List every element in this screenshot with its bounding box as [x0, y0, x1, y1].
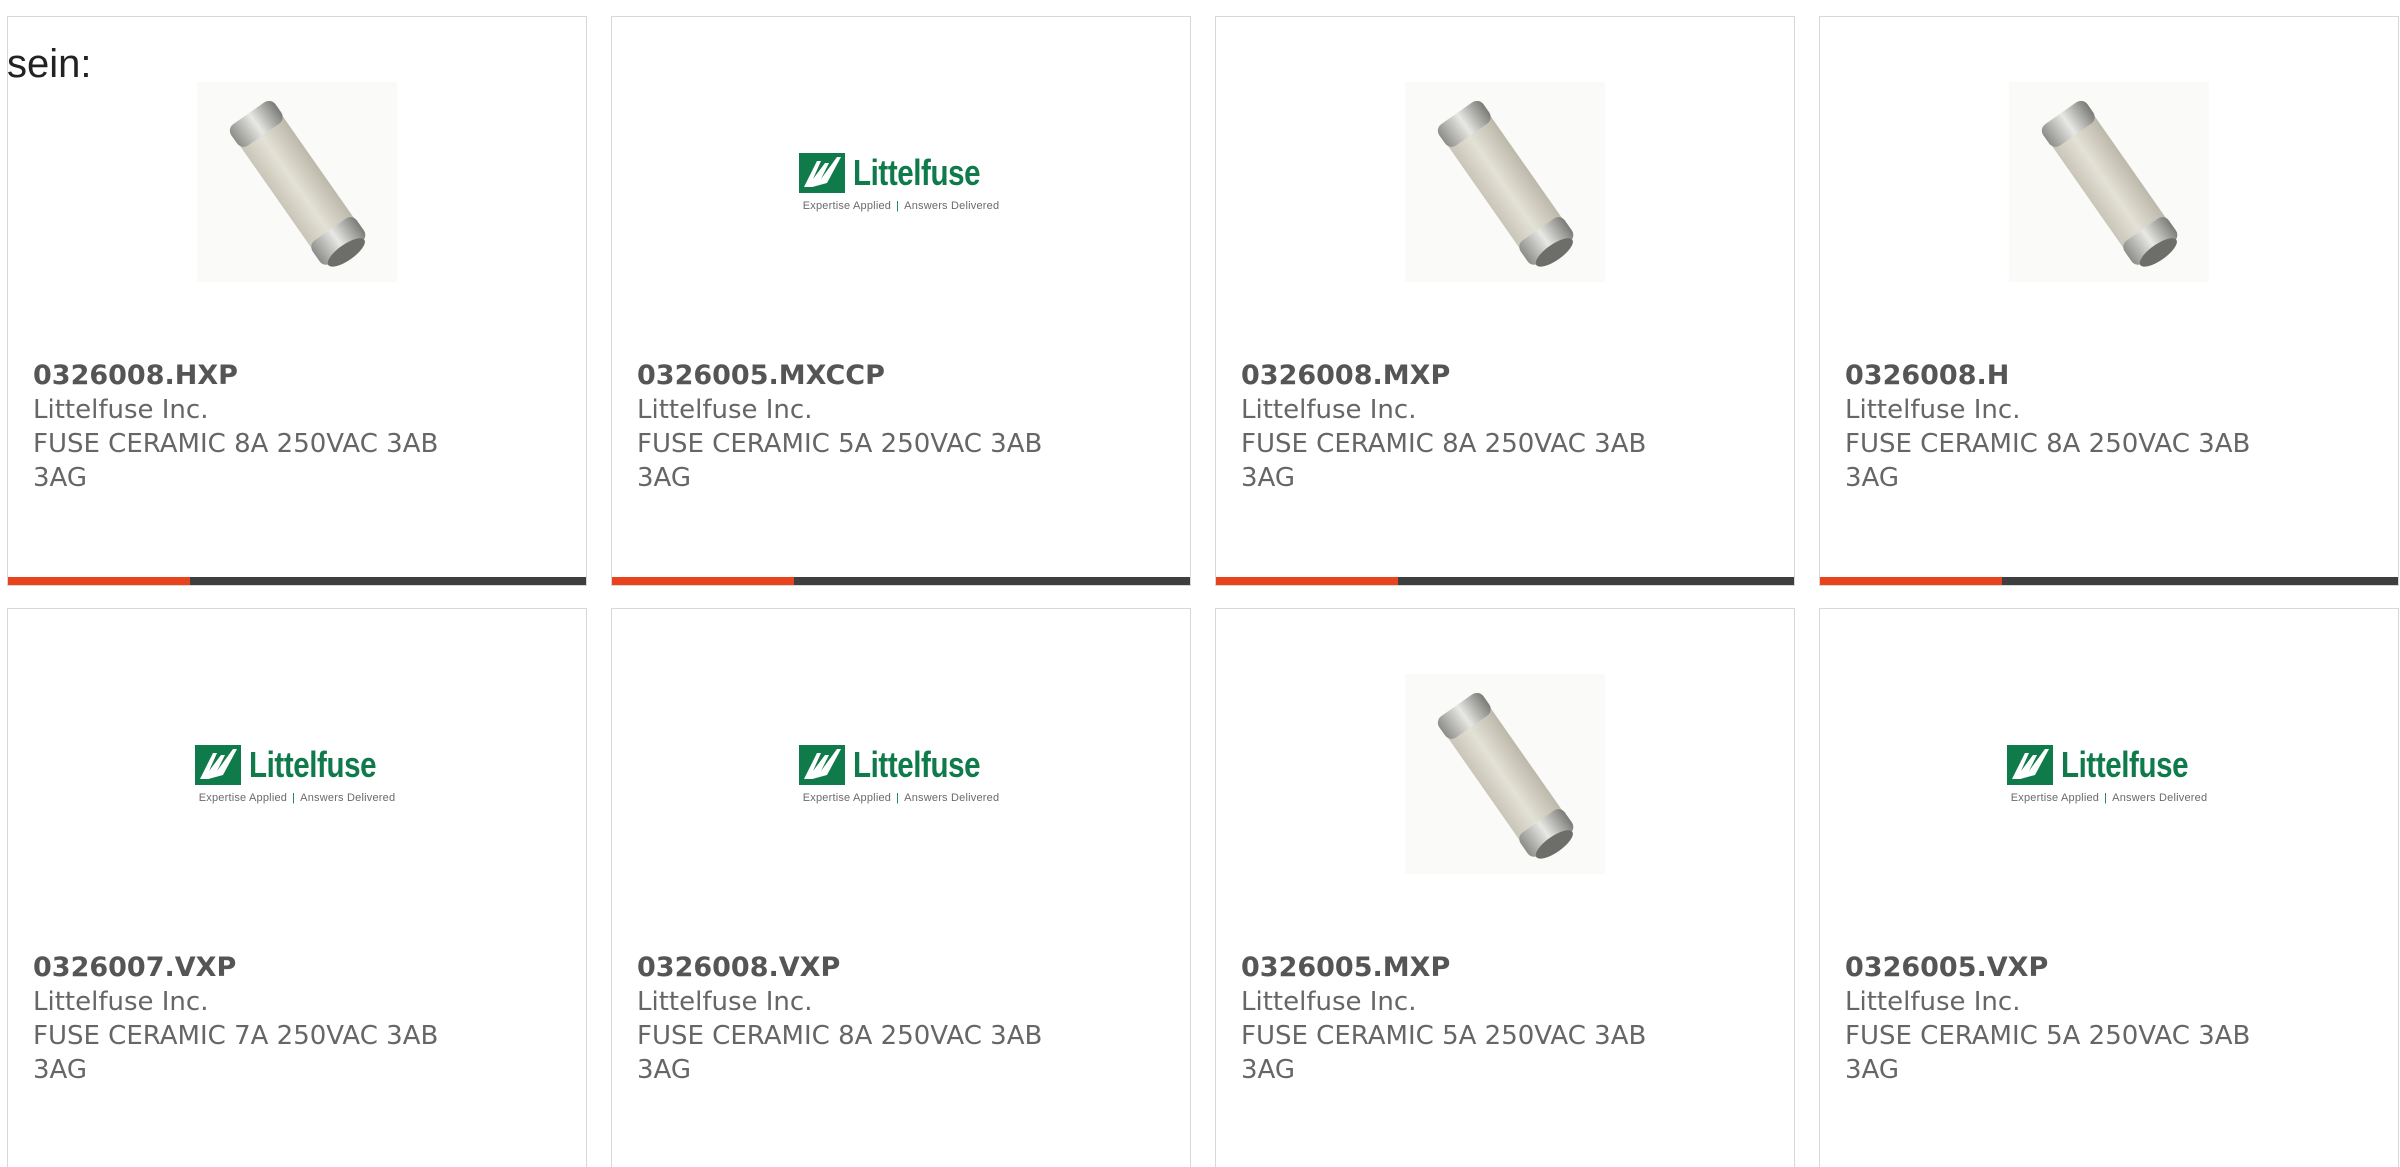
- product-card[interactable]: 0326008.H Littelfuse Inc. FUSE CERAMIC 8…: [1819, 16, 2399, 586]
- product-info: 0326008.MXP Littelfuse Inc. FUSE CERAMIC…: [1241, 359, 1774, 495]
- description-line2: 3AG: [1241, 463, 1296, 493]
- manufacturer: Littelfuse Inc.: [637, 987, 813, 1017]
- manufacturer: Littelfuse Inc.: [1845, 987, 2021, 1017]
- logo-mark-icon: [2007, 745, 2053, 785]
- manufacturer: Littelfuse Inc.: [1241, 395, 1417, 425]
- card-bar-accent: [1216, 577, 1398, 585]
- manufacturer: Littelfuse Inc.: [1845, 395, 2021, 425]
- description-line2: 3AG: [1845, 463, 1900, 493]
- product-image: Littelfuse Expertise Applied | Answers Del…: [612, 609, 1190, 939]
- littelfuse-logo: Littelfuse Expertise Applied | Answers Del…: [799, 152, 1003, 212]
- card-bar-accent: [8, 577, 190, 585]
- fuse-image: [1405, 82, 1605, 282]
- description-line1: FUSE CERAMIC 8A 250VAC 3AB: [1241, 429, 1647, 459]
- card-bottom-bar: [1216, 577, 1794, 585]
- product-info: 0326005.MXP Littelfuse Inc. FUSE CERAMIC…: [1241, 951, 1774, 1087]
- product-image: Littelfuse Expertise Applied | Answers Del…: [612, 17, 1190, 347]
- card-bottom-bar: [612, 577, 1190, 585]
- product-card[interactable]: 0326008.MXP Littelfuse Inc. FUSE CERAMIC…: [1215, 16, 1795, 586]
- description-line1: FUSE CERAMIC 5A 250VAC 3AB: [637, 429, 1043, 459]
- product-info: 0326005.MXCCP Littelfuse Inc. FUSE CERAM…: [637, 359, 1170, 495]
- manufacturer: Littelfuse Inc.: [33, 987, 209, 1017]
- littelfuse-logo: Littelfuse Expertise Applied | Answers Del…: [195, 744, 399, 804]
- product-card[interactable]: 0326008.HXP Littelfuse Inc. FUSE CERAMIC…: [7, 16, 587, 586]
- product-image: [8, 17, 586, 347]
- part-number[interactable]: 0326005.MXP: [1241, 951, 1774, 985]
- product-card[interactable]: 0326005.MXP Littelfuse Inc. FUSE CERAMIC…: [1215, 608, 1795, 1167]
- product-image: [1820, 17, 2398, 347]
- part-number[interactable]: 0326008.HXP: [33, 359, 566, 393]
- product-info: 0326008.HXP Littelfuse Inc. FUSE CERAMIC…: [33, 359, 566, 495]
- part-number[interactable]: 0326005.MXCCP: [637, 359, 1170, 393]
- card-bar-accent: [1820, 577, 2002, 585]
- fuse-image: [2009, 82, 2209, 282]
- manufacturer: Littelfuse Inc.: [33, 395, 209, 425]
- product-card[interactable]: Littelfuse Expertise Applied | Answers Del…: [7, 608, 587, 1167]
- product-card[interactable]: Littelfuse Expertise Applied | Answers Del…: [611, 16, 1191, 586]
- intro-text: sein:: [7, 42, 92, 86]
- product-image: Littelfuse Expertise Applied | Answers Del…: [1820, 609, 2398, 939]
- product-grid: 0326008.HXP Littelfuse Inc. FUSE CERAMIC…: [7, 16, 2399, 1167]
- part-number[interactable]: 0326008.MXP: [1241, 359, 1774, 393]
- description-line1: FUSE CERAMIC 8A 250VAC 3AB: [33, 429, 439, 459]
- product-info: 0326005.VXP Littelfuse Inc. FUSE CERAMIC…: [1845, 951, 2378, 1087]
- description-line1: FUSE CERAMIC 5A 250VAC 3AB: [1241, 1021, 1647, 1051]
- product-info: 0326007.VXP Littelfuse Inc. FUSE CERAMIC…: [33, 951, 566, 1087]
- fuse-image: [1405, 674, 1605, 874]
- card-bottom-bar: [8, 577, 586, 585]
- part-number[interactable]: 0326008.VXP: [637, 951, 1170, 985]
- logo-mark-icon: [799, 745, 845, 785]
- littelfuse-logo: Littelfuse Expertise Applied | Answers Del…: [799, 744, 1003, 804]
- product-card[interactable]: Littelfuse Expertise Applied | Answers Del…: [611, 608, 1191, 1167]
- logo-mark-icon: [799, 153, 845, 193]
- fuse-image: [197, 82, 397, 282]
- description-line2: 3AG: [637, 463, 692, 493]
- description-line2: 3AG: [33, 1055, 88, 1085]
- product-info: 0326008.VXP Littelfuse Inc. FUSE CERAMIC…: [637, 951, 1170, 1087]
- logo-mark-icon: [195, 745, 241, 785]
- part-number[interactable]: 0326005.VXP: [1845, 951, 2378, 985]
- description-line1: FUSE CERAMIC 5A 250VAC 3AB: [1845, 1021, 2251, 1051]
- description-line1: FUSE CERAMIC 8A 250VAC 3AB: [1845, 429, 2251, 459]
- description-line2: 3AG: [33, 463, 88, 493]
- card-bottom-bar: [1820, 577, 2398, 585]
- page: sein: 0326008.HXP Littelfuse Inc. FUSE C…: [0, 0, 2400, 1167]
- product-image: [1216, 17, 1794, 347]
- product-image: Littelfuse Expertise Applied | Answers Del…: [8, 609, 586, 939]
- description-line2: 3AG: [637, 1055, 692, 1085]
- littelfuse-logo: Littelfuse Expertise Applied | Answers Del…: [2007, 744, 2211, 804]
- part-number[interactable]: 0326008.H: [1845, 359, 2378, 393]
- description-line1: FUSE CERAMIC 8A 250VAC 3AB: [637, 1021, 1043, 1051]
- card-bar-accent: [612, 577, 794, 585]
- product-image: [1216, 609, 1794, 939]
- description-line1: FUSE CERAMIC 7A 250VAC 3AB: [33, 1021, 439, 1051]
- description-line2: 3AG: [1241, 1055, 1296, 1085]
- description-line2: 3AG: [1845, 1055, 1900, 1085]
- manufacturer: Littelfuse Inc.: [637, 395, 813, 425]
- manufacturer: Littelfuse Inc.: [1241, 987, 1417, 1017]
- product-card[interactable]: Littelfuse Expertise Applied | Answers Del…: [1819, 608, 2399, 1167]
- product-info: 0326008.H Littelfuse Inc. FUSE CERAMIC 8…: [1845, 359, 2378, 495]
- part-number[interactable]: 0326007.VXP: [33, 951, 566, 985]
